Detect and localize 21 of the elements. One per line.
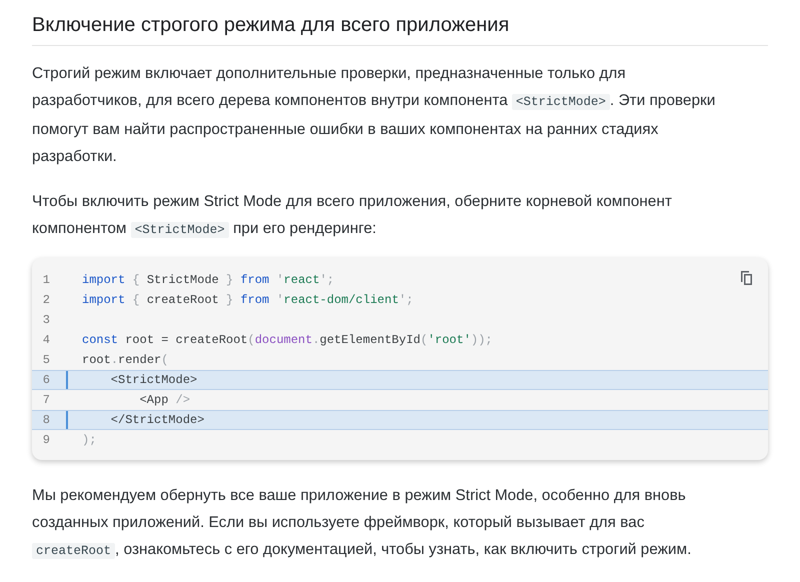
line-number: 2 xyxy=(42,293,51,307)
code-line: import { createRoot } from 'react-dom/client'; xyxy=(81,293,414,307)
code-line: ); xyxy=(81,433,96,447)
code-line: root.render( xyxy=(81,353,168,367)
code-line: <StrictMode> xyxy=(110,373,198,387)
paragraph: Мы рекомендуем обернуть все ваше приложение в режим Strict Mode, особенно для вновь созданных приложений. Если вы используете фреймворк, который вызывает для вас createRoot , ознакомьтесь с его документацией, чтобы узнать, как включить строгий режим. xyxy=(32,486,692,561)
line-number: 4 xyxy=(42,333,51,347)
paragraph: Чтобы включить режим Strict Mode для всего приложения, оберните корневой компонент компонентом <StrictMode> при его рендеринге: xyxy=(32,192,673,240)
line-number: 5 xyxy=(42,353,51,367)
line-number: 9 xyxy=(42,433,51,447)
line-number: 6 xyxy=(42,373,51,387)
code-line: import { StrictMode } from 'react'; xyxy=(81,273,334,287)
code-line: </StrictMode> xyxy=(110,413,204,427)
line-number: 1 xyxy=(42,273,51,287)
paragraph: Строгий режим включает дополнительные проверки, предназначенные только для разработчиков, для всего дерева компонентов внутри компонента <StrictMode> . Эти проверки помогут вам найти распространенные ошибки в ваших компонентах на ранних стадиях разработки. xyxy=(32,64,716,167)
section-heading: Включение строгого режима для всего приложения xyxy=(32,14,768,46)
code-line: const root = createRoot(document.getElementById('root')); xyxy=(81,333,493,347)
code-line: <App /> xyxy=(138,393,190,407)
line-number: 8 xyxy=(42,413,51,427)
line-number: 3 xyxy=(42,313,51,327)
line-number: 7 xyxy=(42,393,51,407)
